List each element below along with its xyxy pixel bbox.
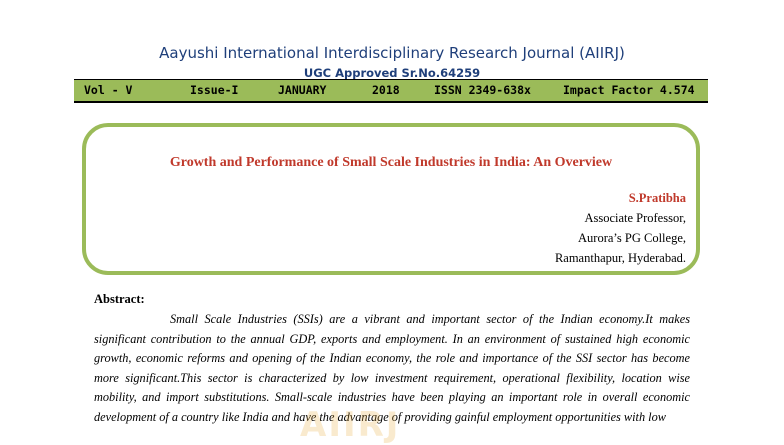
author-position: Associate Professor, <box>584 211 686 225</box>
journal-info-bar: Vol - V Issue-I JANUARY 2018 ISSN 2349-6… <box>74 79 708 103</box>
paper-title: Growth and Performance of Small Scale In… <box>169 155 613 170</box>
journal-title: Aayushi International Interdisciplinary … <box>159 44 625 62</box>
month-label: JANUARY <box>278 83 327 97</box>
issue-label: Issue-I <box>190 83 239 97</box>
author-location: Ramanthapur, Hyderabad. <box>554 251 686 265</box>
impact-factor-label: Impact Factor 4.574 <box>563 83 695 97</box>
paper-title-box: Growth and Performance of Small Scale In… <box>82 123 700 275</box>
author-institution: Aurora’s PG College, <box>578 231 686 245</box>
author-name: S.Pratibha <box>628 191 686 205</box>
issn-label: ISSN 2349-638x <box>434 83 531 97</box>
volume-label: Vol - V <box>84 83 133 97</box>
year-label: 2018 <box>372 83 400 97</box>
ugc-approval-line: UGC Approved Sr.No.64259 <box>303 66 481 80</box>
abstract-body: Small Scale Industries (SSIs) are a vibr… <box>94 310 690 427</box>
author-block: S.Pratibha Associate Professor, Aurora’s… <box>555 188 686 268</box>
abstract-heading: Abstract: <box>94 292 145 306</box>
abstract-paragraph: Small Scale Industries (SSIs) are a vibr… <box>94 312 690 424</box>
